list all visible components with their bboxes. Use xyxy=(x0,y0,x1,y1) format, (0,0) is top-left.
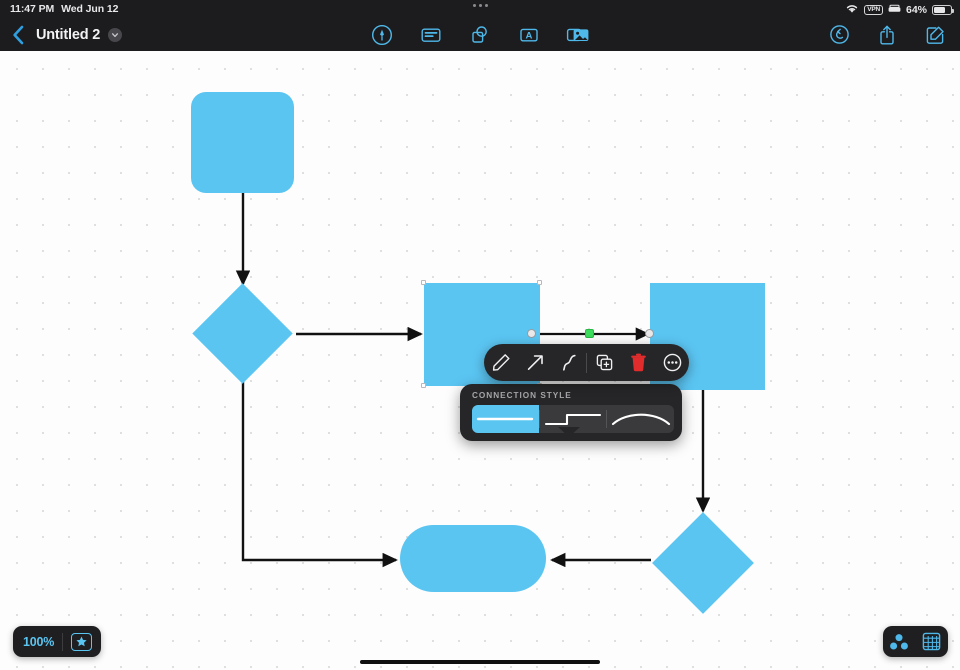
sticky-note-tool[interactable] xyxy=(419,23,443,47)
connection-style-title: CONNECTION STYLE xyxy=(472,391,572,400)
grid-view-button[interactable] xyxy=(916,632,949,651)
connection-style-button[interactable] xyxy=(552,344,586,381)
delete-button[interactable] xyxy=(621,344,655,381)
diagram-view-button[interactable] xyxy=(883,633,916,651)
shapes-tool[interactable] xyxy=(468,23,492,47)
context-toolbar-tail xyxy=(558,427,580,437)
multitask-dot xyxy=(478,4,482,7)
media-tool[interactable] xyxy=(566,23,590,47)
ellipsis-circle-icon xyxy=(663,353,681,372)
selection-handle[interactable] xyxy=(421,280,426,285)
zoom-divider xyxy=(62,632,64,651)
favorite-button[interactable] xyxy=(71,632,93,651)
pencil-icon xyxy=(492,354,509,371)
more-button[interactable] xyxy=(655,344,689,381)
undo-button[interactable] xyxy=(827,23,851,47)
node-cluster-icon xyxy=(890,633,909,649)
vpn-badge: VPN xyxy=(864,5,883,15)
style-pencil-button[interactable] xyxy=(484,344,518,381)
view-controls xyxy=(883,626,948,657)
duplicate-icon xyxy=(596,354,612,371)
wifi-icon xyxy=(845,3,859,17)
toolbar-right-group xyxy=(827,23,947,47)
compose-button[interactable] xyxy=(923,23,947,47)
tablet-screen: 11:47 PM Wed Jun 12 VPN 64% Untitled 2 A… xyxy=(0,0,960,670)
curved-connector-icon xyxy=(562,354,576,371)
arrow-style-button[interactable] xyxy=(518,344,552,381)
app-toolbar: Untitled 2 A xyxy=(0,18,960,51)
straight-line-icon xyxy=(477,417,534,421)
stepped-line-icon xyxy=(544,413,602,426)
connector-decision-to-end xyxy=(241,338,398,568)
style-curved[interactable] xyxy=(607,405,674,433)
star-icon xyxy=(76,636,87,647)
zoom-level[interactable]: 100% xyxy=(23,635,54,649)
toolbar-center-group: A xyxy=(0,23,960,47)
rounded-rect-start[interactable] xyxy=(191,92,294,193)
selection-handle[interactable] xyxy=(537,280,542,285)
status-bar-right: VPN 64% xyxy=(845,3,954,17)
ink-tool[interactable] xyxy=(370,23,394,47)
multitask-dot xyxy=(484,4,488,7)
curved-line-icon xyxy=(611,413,670,426)
status-bar: 11:47 PM Wed Jun 12 VPN 64% xyxy=(0,0,960,18)
multitasking-dots[interactable] xyxy=(0,4,960,7)
duplicate-button[interactable] xyxy=(587,344,621,381)
selection-handle[interactable] xyxy=(421,383,426,388)
battery-icon xyxy=(932,5,954,15)
connection-midpoint-handle[interactable] xyxy=(585,329,594,338)
battery-percent: 64% xyxy=(905,4,927,16)
connection-endpoint-end[interactable] xyxy=(645,329,654,338)
keyboard-icon xyxy=(888,4,901,16)
context-toolbar xyxy=(484,344,689,381)
multitask-dot xyxy=(472,4,476,7)
style-straight[interactable] xyxy=(472,405,539,433)
svg-text:A: A xyxy=(526,30,533,41)
arrow-up-right-icon xyxy=(527,355,543,370)
home-indicator[interactable] xyxy=(360,659,600,664)
trash-icon xyxy=(630,353,646,372)
battery-fill xyxy=(934,7,946,13)
diagram-canvas[interactable]: CONNECTION STYLE 100% xyxy=(0,51,960,670)
stadium-end[interactable] xyxy=(400,525,546,592)
grid-icon xyxy=(922,632,941,651)
text-tool[interactable]: A xyxy=(517,23,541,47)
zoom-control: 100% xyxy=(13,626,101,657)
connection-endpoint-start[interactable] xyxy=(527,329,536,338)
share-button[interactable] xyxy=(875,23,899,47)
